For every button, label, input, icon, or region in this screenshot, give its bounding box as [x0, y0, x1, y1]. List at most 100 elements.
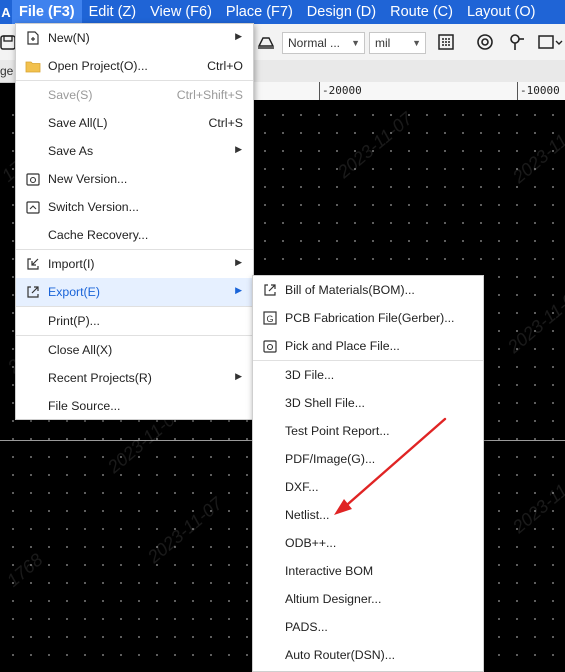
version-icon: [26, 173, 40, 186]
menu-item-close-all[interactable]: Close All(X): [16, 336, 253, 364]
region-select-icon[interactable]: [537, 32, 563, 52]
menu-item-label: Save(S): [48, 88, 93, 102]
ruler-tick: [517, 82, 518, 100]
menu-item-label: DXF...: [285, 480, 319, 494]
menu-item-export-auto-router[interactable]: Auto Router(DSN)...: [253, 641, 483, 669]
menu-item-label: Close All(X): [48, 343, 113, 357]
menu-design[interactable]: Design (D): [300, 0, 383, 24]
chevron-right-icon: ▶: [235, 31, 242, 41]
menu-item-label: Export(E): [48, 285, 100, 299]
menu-item-label: ODB++...: [285, 536, 337, 550]
new-file-icon: [27, 31, 39, 45]
export-icon: [264, 284, 276, 296]
menu-item-shortcut: Ctrl+S: [208, 116, 243, 130]
menu-item-label: Switch Version...: [48, 200, 139, 214]
chevron-down-icon: ▼: [351, 38, 360, 48]
ruler-tick: [319, 82, 320, 100]
menu-item-shortcut: Ctrl+O: [207, 59, 243, 73]
menu-item-export-pick-place[interactable]: Pick and Place File...: [253, 332, 483, 360]
annotation-arrow-icon: [334, 417, 447, 515]
chevron-down-icon: ▼: [412, 38, 421, 48]
menu-file[interactable]: File (F3): [12, 0, 82, 24]
menu-item-label: Altium Designer...: [285, 592, 382, 606]
ruler-label: -10000: [520, 84, 560, 97]
menu-item-print[interactable]: Print(P)...: [16, 307, 253, 335]
menu-item-file-source[interactable]: File Source...: [16, 392, 253, 420]
menu-item-shortcut: Ctrl+Shift+S: [176, 88, 243, 102]
watermark-text: 2023-11-07: [508, 463, 565, 537]
line-style-value: Normal ...: [288, 36, 341, 50]
menu-layout[interactable]: Layout (O): [460, 0, 543, 24]
menu-item-label: PADS...: [285, 620, 328, 634]
menu-item-export-altium[interactable]: Altium Designer...: [253, 585, 483, 613]
gerber-icon: G: [263, 311, 277, 325]
switch-version-icon: [26, 201, 40, 214]
import-icon: [27, 258, 39, 270]
probe-icon[interactable]: [507, 32, 527, 52]
svg-text:G: G: [266, 314, 273, 324]
menu-item-label: Print(P)...: [48, 314, 100, 328]
menu-item-cache-recovery[interactable]: Cache Recovery...: [16, 221, 253, 249]
menu-item-label: New Version...: [48, 172, 128, 186]
menu-item-label: Netlist...: [285, 508, 330, 522]
menu-item-label: Import(I): [48, 257, 95, 271]
ruler-label: -20000: [322, 84, 362, 97]
app-logo: A: [1, 4, 11, 20]
menu-item-label: Auto Router(DSN)...: [285, 648, 396, 662]
menu-item-save: Save(S) Ctrl+Shift+S: [16, 81, 253, 109]
via-icon[interactable]: [475, 32, 495, 52]
menu-item-label: 3D File...: [285, 368, 335, 382]
menu-item-label: File Source...: [48, 399, 121, 413]
menu-item-export-pads[interactable]: PADS...: [253, 613, 483, 641]
menu-item-export-gerber[interactable]: G PCB Fabrication File(Gerber)...: [253, 304, 483, 332]
menu-item-save-all[interactable]: Save All(L) Ctrl+S: [16, 109, 253, 137]
menu-edit[interactable]: Edit (Z): [82, 0, 144, 24]
menu-item-label: Interactive BOM: [285, 564, 374, 578]
menu-item-export[interactable]: Export(E) ▶: [16, 278, 253, 306]
unit-value: mil: [375, 36, 391, 50]
menu-view[interactable]: View (F6): [143, 0, 219, 24]
menubar: A File (F3) Edit (Z) View (F6) Place (F7…: [0, 0, 565, 24]
menu-item-label: Pick and Place File...: [285, 339, 400, 353]
horizontal-ruler: -20000 -10000: [252, 82, 565, 101]
menu-item-new[interactable]: New(N) ▶: [16, 24, 253, 52]
menu-item-open-project[interactable]: Open Project(O)... Ctrl+O: [16, 52, 253, 80]
menu-item-export-3d[interactable]: 3D File...: [253, 361, 483, 389]
menu-item-label: Bill of Materials(BOM)...: [285, 283, 415, 297]
menu-item-import[interactable]: Import(I) ▶: [16, 250, 253, 278]
menu-item-label: Cache Recovery...: [48, 228, 149, 242]
menu-item-label: 3D Shell File...: [285, 396, 365, 410]
menu-place[interactable]: Place (F7): [219, 0, 300, 24]
unit-select[interactable]: mil ▼: [369, 32, 426, 54]
menu-item-label: Recent Projects(R): [48, 371, 152, 385]
chevron-right-icon: ▶: [235, 371, 242, 381]
menu-item-label: Save All(L): [48, 116, 108, 130]
watermark-text: 2023-11-07: [333, 108, 417, 182]
folder-icon: [25, 61, 41, 73]
pick-place-icon: [263, 340, 277, 353]
chevron-right-icon: ▶: [235, 285, 242, 295]
menu-item-save-as[interactable]: Save As ▶: [16, 137, 253, 165]
menu-item-export-interactive-bom[interactable]: Interactive BOM: [253, 557, 483, 585]
menu-item-new-version[interactable]: New Version...: [16, 165, 253, 193]
export-icon: [27, 286, 39, 298]
menu-item-switch-version[interactable]: Switch Version...: [16, 193, 253, 221]
menu-item-export-bom[interactable]: Bill of Materials(BOM)...: [253, 276, 483, 304]
watermark-text: 2023-11-07: [508, 113, 565, 187]
menu-route[interactable]: Route (C): [383, 0, 460, 24]
menu-item-label: New(N): [48, 31, 90, 45]
grid-icon[interactable]: [436, 32, 456, 52]
document-tab-label[interactable]: ge: [0, 64, 13, 78]
watermark-text: 1768: [2, 549, 47, 591]
watermark-text: 2023-11-07: [503, 283, 565, 357]
line-style-select[interactable]: Normal ... ▼: [282, 32, 365, 54]
chevron-right-icon: ▶: [235, 257, 242, 267]
chevron-right-icon: ▶: [235, 144, 242, 154]
menu-item-export-odb[interactable]: ODB++...: [253, 529, 483, 557]
menu-item-export-3d-shell[interactable]: 3D Shell File...: [253, 389, 483, 417]
menu-item-label: PCB Fabrication File(Gerber)...: [285, 311, 455, 325]
menu-item-label: Open Project(O)...: [48, 59, 148, 73]
line-style-icon[interactable]: [256, 32, 276, 52]
watermark-text: 2023-11-07: [143, 493, 227, 567]
menu-item-recent-projects[interactable]: Recent Projects(R) ▶: [16, 364, 253, 392]
